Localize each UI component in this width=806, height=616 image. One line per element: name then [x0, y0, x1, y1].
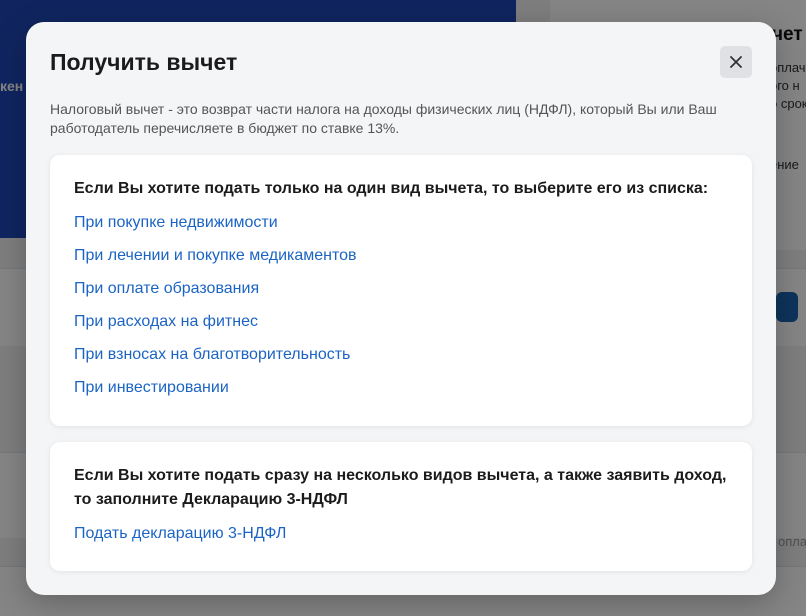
single-deduction-heading: Если Вы хотите подать только на один вид…: [74, 180, 709, 197]
link-fitness-deduction[interactable]: При расходах на фитнес: [74, 313, 258, 331]
link-investment-deduction[interactable]: При инвестировании: [74, 379, 229, 397]
link-charity-deduction[interactable]: При взносах на благотворительность: [74, 346, 350, 364]
multiple-deduction-card: Если Вы хотите подать сразу на несколько…: [50, 442, 752, 571]
link-submit-declaration[interactable]: Подать декларацию 3-НДФЛ: [74, 525, 286, 543]
link-medical-deduction[interactable]: При лечении и покупке медикаментов: [74, 247, 357, 265]
deduction-modal: Получить вычет Налоговый вычет - это воз…: [26, 22, 776, 595]
close-button[interactable]: [720, 46, 752, 78]
modal-description: Налоговый вычет - это возврат части нало…: [50, 101, 717, 136]
multiple-deduction-heading: Если Вы хотите подать сразу на несколько…: [74, 467, 727, 508]
modal-title: Получить вычет: [50, 49, 238, 75]
link-education-deduction[interactable]: При оплате образования: [74, 280, 259, 298]
close-icon: [730, 56, 742, 68]
single-deduction-card: Если Вы хотите подать только на один вид…: [50, 155, 752, 426]
link-property-deduction[interactable]: При покупке недвижимости: [74, 214, 278, 232]
